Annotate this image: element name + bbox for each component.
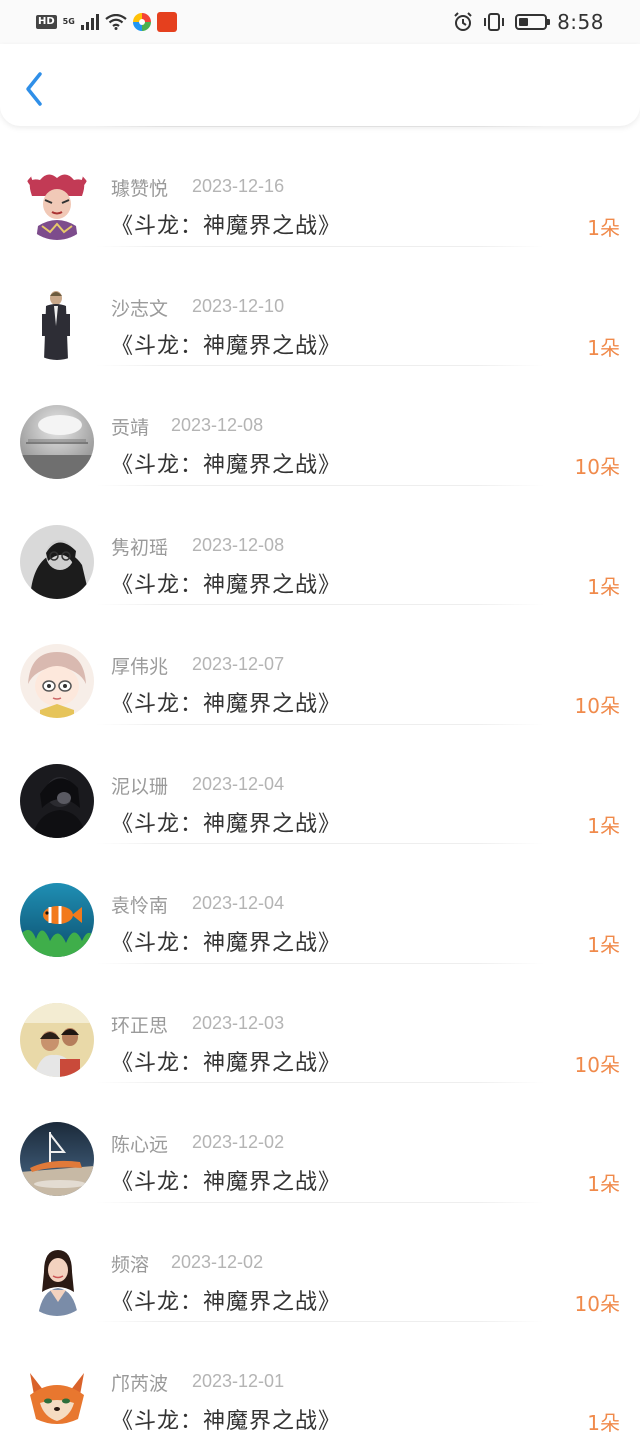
book-title: 《斗龙：神魔界之战》 [111, 572, 342, 598]
divider [96, 843, 544, 844]
list-item[interactable]: 璩赞悦 2023-12-16 《斗龙：神魔界之战》 1朵 [0, 126, 640, 246]
avatar[interactable] [20, 166, 94, 240]
network-type: 5G [62, 17, 75, 26]
user-name: 厚伟兆 [111, 656, 169, 678]
avatar[interactable] [20, 1122, 94, 1196]
date: 2023-12-10 [192, 295, 285, 316]
user-name: 隽初瑶 [111, 536, 169, 559]
date: 2023-12-01 [192, 1371, 285, 1391]
gift-amount: 1朵 [587, 1172, 620, 1196]
gift-amount: 10朵 [574, 1052, 620, 1077]
avatar[interactable] [20, 524, 94, 599]
divider [96, 1082, 544, 1083]
user-name: 贡靖 [111, 417, 150, 439]
status-right: 8:58 [453, 10, 604, 34]
status-bar: HD 5G 8:58 [0, 0, 640, 44]
gift-amount: 10朵 [574, 1291, 620, 1316]
divider [96, 126, 544, 127]
list-item[interactable]: 环正思 2023-12-03 《斗龙：神魔界之战》 10朵 [0, 962, 640, 1083]
user-name: 陈心远 [111, 1134, 169, 1156]
list-item[interactable]: 陈心远 2023-12-02 《斗龙：神魔界之战》 1朵 [0, 1082, 640, 1202]
gift-amount: 1朵 [587, 574, 620, 599]
date: 2023-12-08 [171, 415, 264, 435]
list-item[interactable]: 隽初瑶 2023-12-08 《斗龙：神魔界之战》 1朵 [0, 484, 640, 605]
avatar[interactable] [20, 1002, 94, 1077]
signal-icon [80, 14, 99, 30]
avatar[interactable] [20, 1241, 94, 1316]
date: 2023-12-08 [192, 534, 285, 555]
status-left: HD 5G [36, 12, 177, 32]
list-item[interactable]: 贡靖 2023-12-08 《斗龙：神魔界之战》 10朵 [0, 365, 640, 485]
gift-amount: 10朵 [574, 694, 620, 718]
app-notification-icon [156, 12, 177, 32]
date: 2023-12-04 [192, 773, 285, 794]
avatar[interactable] [20, 883, 94, 957]
book-title: 《斗龙：神魔界之战》 [111, 453, 342, 478]
divider [96, 484, 544, 486]
header [0, 44, 640, 126]
user-name: 璩赞悦 [111, 178, 169, 200]
user-name: 邝芮波 [111, 1373, 169, 1395]
list-item[interactable]: 沙志文 2023-12-10 《斗龙：神魔界之战》 1朵 [0, 245, 640, 366]
divider [96, 604, 544, 605]
date: 2023-12-02 [171, 1251, 264, 1272]
book-title: 《斗龙：神魔界之战》 [111, 333, 342, 359]
date: 2023-12-03 [192, 1012, 285, 1033]
date: 2023-12-04 [192, 893, 285, 913]
alarm-icon [454, 12, 472, 31]
avatar[interactable] [20, 763, 94, 838]
date: 2023-12-07 [192, 654, 285, 674]
list-item[interactable]: 邝芮波 2023-12-01 《斗龙：神魔界之战》 1朵 [0, 1321, 640, 1441]
book-title: 《斗龙：神魔界之战》 [111, 931, 342, 956]
list-item[interactable]: 频溶 2023-12-02 《斗龙：神魔界之战》 10朵 [0, 1201, 640, 1322]
list-item[interactable]: 泥以珊 2023-12-04 《斗龙：神魔界之战》 1朵 [0, 723, 640, 844]
date: 2023-12-16 [192, 176, 285, 196]
gift-amount: 1朵 [587, 933, 620, 957]
wifi-icon [105, 14, 127, 30]
battery-icon [515, 14, 551, 30]
user-name: 环正思 [111, 1014, 169, 1037]
chevron-left-icon [26, 72, 42, 106]
vibrate-icon [484, 13, 505, 31]
avatar[interactable] [20, 644, 94, 718]
divider [96, 962, 544, 964]
book-title: 《斗龙：神魔界之战》 [111, 1050, 342, 1076]
list-item[interactable]: 袁怜南 2023-12-04 《斗龙：神魔界之战》 1朵 [0, 843, 640, 963]
book-title: 《斗龙：神魔界之战》 [111, 1289, 342, 1315]
gift-record-list: 璩赞悦 2023-12-16 《斗龙：神魔界之战》 1朵 沙志文 2023-12… [0, 126, 640, 1441]
avatar[interactable] [20, 405, 94, 479]
back-button[interactable] [18, 68, 54, 112]
divider [96, 723, 544, 725]
divider [96, 365, 544, 366]
app-notification-icon [132, 13, 151, 31]
gift-amount: 1朵 [587, 335, 620, 360]
user-name: 频溶 [111, 1253, 150, 1276]
user-name: 袁怜南 [111, 895, 169, 917]
divider [96, 245, 544, 247]
divider [96, 1201, 544, 1203]
hd-icon: HD [36, 15, 57, 29]
divider [96, 1321, 544, 1322]
book-title: 《斗龙：神魔界之战》 [111, 1170, 342, 1195]
avatar[interactable] [20, 285, 94, 360]
status-time: 8:58 [557, 10, 604, 34]
book-title: 《斗龙：神魔界之战》 [111, 811, 342, 837]
gift-amount: 1朵 [587, 813, 620, 838]
book-title: 《斗龙：神魔界之战》 [111, 214, 342, 239]
avatar[interactable] [20, 1361, 94, 1435]
gift-amount: 10朵 [574, 455, 620, 479]
list-item[interactable]: 厚伟兆 2023-12-07 《斗龙：神魔界之战》 10朵 [0, 604, 640, 724]
date: 2023-12-02 [192, 1132, 285, 1152]
book-title: 《斗龙：神魔界之战》 [111, 1409, 342, 1434]
user-name: 泥以珊 [111, 775, 169, 798]
gift-amount: 1朵 [587, 216, 620, 240]
book-title: 《斗龙：神魔界之战》 [111, 692, 342, 717]
user-name: 沙志文 [111, 297, 169, 320]
